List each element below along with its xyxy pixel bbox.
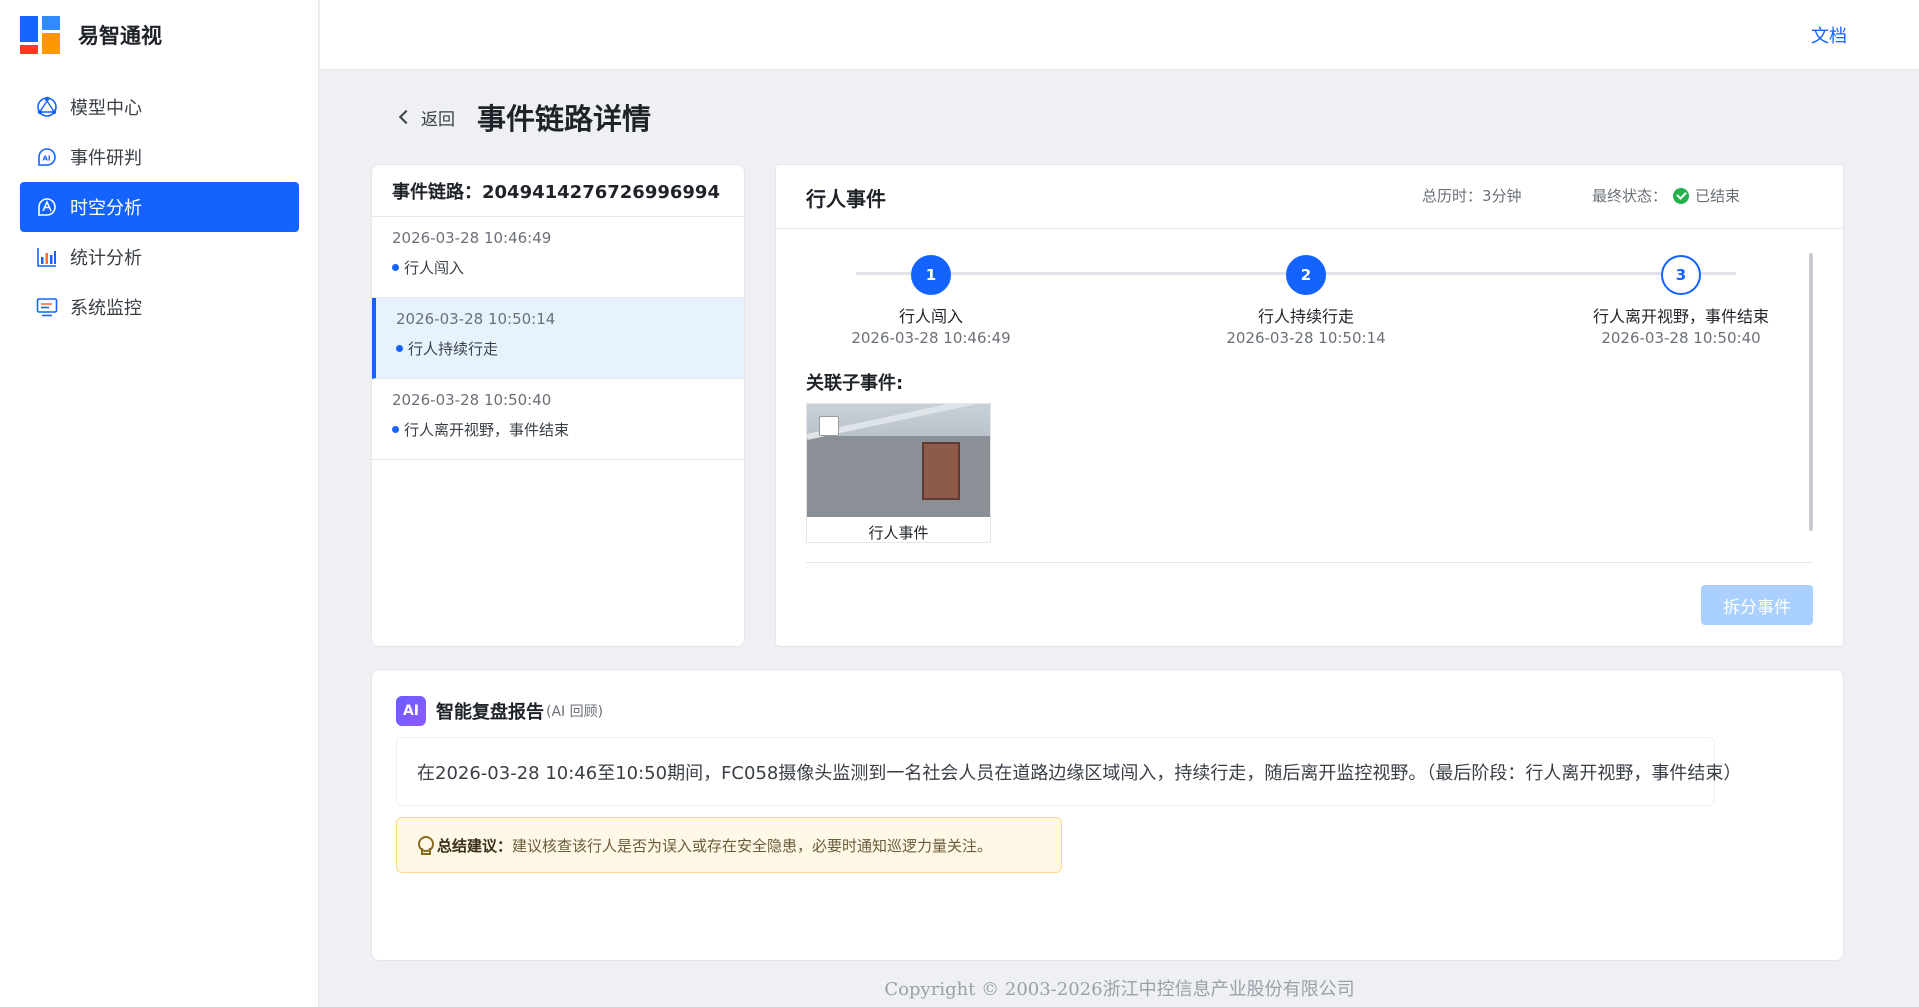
back-button[interactable]: 返回: [397, 105, 455, 130]
status-value: 已结束: [1695, 187, 1741, 205]
event-status: 最终状态： 已结束: [1592, 185, 1740, 206]
sidebar: 易智通视 模型中心 AI 事件研判 时空分析 统计分析 系统监控: [0, 0, 319, 1007]
chain-list-item[interactable]: 2026-03-28 10:50:40 行人离开视野，事件结束: [372, 379, 744, 460]
scrollbar[interactable]: [1809, 253, 1813, 531]
chain-item-time: 2026-03-28 10:46:49: [392, 229, 552, 247]
step-name: 行人离开视野，事件结束: [1592, 307, 1769, 326]
chain-item-label-row: 行人持续行走: [396, 338, 744, 359]
related-events-title: 关联子事件:: [806, 373, 904, 394]
spacetime-icon: [34, 194, 60, 220]
step-number: 1: [911, 255, 951, 295]
bullet-dot-icon: [392, 426, 399, 433]
lightbulb-icon: [417, 836, 434, 855]
ai-report-header: AI 智能复盘报告 (AI 回顾): [396, 696, 603, 726]
chain-list-item-selected[interactable]: 2026-03-28 10:50:14 行人持续行走: [372, 298, 744, 379]
event-detail-header: 行人事件 总历时： 3分钟 最终状态： 已结束: [776, 165, 1843, 229]
ai-judge-icon: AI: [34, 144, 60, 170]
sidebar-item-event-judge[interactable]: AI 事件研判: [20, 132, 299, 182]
split-event-button[interactable]: 拆分事件: [1701, 585, 1813, 625]
chain-item-label: 行人闯入: [404, 259, 465, 277]
step-time: 2026-03-28 10:50:14: [1226, 329, 1386, 347]
back-label: 返回: [421, 109, 455, 130]
status-label: 最终状态：: [1592, 187, 1668, 205]
step-time: 2026-03-28 10:50:40: [1601, 329, 1761, 347]
step-number: 3: [1661, 255, 1701, 295]
ai-summary-tip: 总结建议： 建议核查该行人是否为误入或存在安全隐患，必要时通知巡逻力量关注。: [396, 817, 1062, 873]
sidebar-item-system-monitor[interactable]: 系统监控: [20, 282, 299, 332]
divider: [806, 562, 1813, 563]
sidebar-item-model-center[interactable]: 模型中心: [20, 82, 299, 132]
event-chain-panel: 事件链路：2049414276726996994 2026-03-28 10:4…: [371, 164, 745, 647]
sidebar-item-label: 事件研判: [70, 148, 142, 169]
step-item: 2 行人持续行走 2026-03-28 10:50:14: [1176, 255, 1436, 347]
top-bar: 文档: [320, 0, 1919, 70]
ai-report-text: 在2026-03-28 10:46至10:50期间，FC058摄像头监测到一名社…: [396, 737, 1741, 806]
model-icon: [34, 94, 60, 120]
check-circle-icon: [1673, 187, 1690, 204]
step-name: 行人闯入: [898, 307, 963, 326]
sidebar-item-label: 模型中心: [70, 98, 142, 119]
chain-item-label: 行人持续行走: [408, 340, 499, 358]
sidebar-item-label: 系统监控: [70, 298, 142, 319]
ai-report-panel: AI 智能复盘报告 (AI 回顾) 在2026-03-28 10:46至10:5…: [371, 669, 1844, 961]
chevron-left-icon: [398, 109, 414, 125]
app-logo[interactable]: 易智通视: [20, 16, 162, 54]
logo-icon: [20, 16, 60, 54]
docs-link[interactable]: 文档: [1811, 22, 1847, 48]
sidebar-item-statistics[interactable]: 统计分析: [20, 232, 299, 282]
chain-item-label-row: 行人闯入: [392, 257, 744, 278]
sidebar-item-spacetime-analysis[interactable]: 时空分析: [20, 182, 299, 232]
truck-image: [922, 442, 960, 500]
event-title: 行人事件: [806, 187, 886, 211]
chain-item-label: 行人离开视野，事件结束: [404, 421, 570, 439]
svg-text:AI: AI: [43, 155, 51, 163]
app-name: 易智通视: [78, 24, 162, 48]
ai-icon: AI: [396, 696, 426, 726]
page-header: 返回 事件链路详情: [397, 96, 651, 138]
bullet-dot-icon: [392, 264, 399, 271]
event-chain-title: 事件链路：2049414276726996994: [372, 165, 744, 217]
tip-text: 建议核查该行人是否为误入或存在安全隐患，必要时通知巡逻力量关注。: [512, 836, 993, 855]
monitor-icon: [34, 294, 60, 320]
camera-snapshot[interactable]: [807, 404, 990, 517]
step-item: 3 行人离开视野，事件结束 2026-03-28 10:50:40: [1551, 255, 1811, 347]
event-duration: 总历时： 3分钟: [1422, 185, 1522, 206]
page-title: 事件链路详情: [477, 102, 652, 136]
related-event-label: 行人事件: [868, 524, 929, 542]
chain-item-time: 2026-03-28 10:50:14: [396, 310, 556, 328]
step-time: 2026-03-28 10:46:49: [851, 329, 1011, 347]
step-name: 行人持续行走: [1257, 307, 1354, 326]
related-event-card[interactable]: 行人事件: [806, 403, 991, 543]
duration-value: 3分钟: [1482, 187, 1522, 205]
chain-list-item[interactable]: 2026-03-28 10:46:49 行人闯入: [372, 217, 744, 298]
ai-report-title: 智能复盘报告: [436, 702, 544, 723]
select-checkbox[interactable]: [819, 416, 839, 436]
ai-report-subtitle: (AI 回顾): [546, 704, 604, 720]
step-number: 2: [1286, 255, 1326, 295]
sidebar-item-label: 时空分析: [70, 198, 142, 219]
sidebar-nav: 模型中心 AI 事件研判 时空分析 统计分析 系统监控: [20, 82, 299, 332]
event-detail-panel: 行人事件 总历时： 3分钟 最终状态： 已结束 1 行人闯入 2026-03-2…: [775, 164, 1844, 647]
sidebar-item-label: 统计分析: [70, 248, 142, 269]
bar-chart-icon: [34, 244, 60, 270]
tip-label: 总结建议：: [437, 836, 513, 855]
bullet-dot-icon: [396, 345, 403, 352]
chain-item-time: 2026-03-28 10:50:40: [392, 391, 552, 409]
duration-label: 总历时：: [1422, 187, 1483, 205]
step-item: 1 行人闯入 2026-03-28 10:46:49: [801, 255, 1061, 347]
event-steps: 1 行人闯入 2026-03-28 10:46:49 2 行人持续行走 2026…: [851, 255, 1769, 347]
copyright: Copyright © 2003-2026浙江中控信息产业股份有限公司: [884, 979, 1355, 1000]
chain-item-label-row: 行人离开视野，事件结束: [392, 419, 744, 440]
